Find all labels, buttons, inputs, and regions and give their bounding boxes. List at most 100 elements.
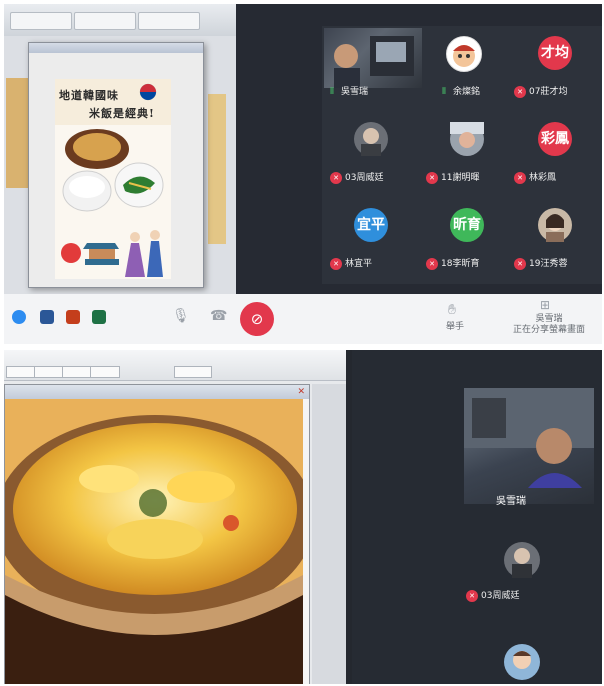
mic-muted-icon: ✕ [330, 257, 342, 270]
cartoon-avatar-icon [453, 45, 475, 67]
raise-hand-label[interactable]: 舉手 [440, 322, 470, 333]
participant-tile[interactable] [464, 638, 574, 684]
avatar [504, 542, 540, 578]
chrome-icon[interactable] [12, 310, 26, 324]
toolbar-button[interactable] [90, 366, 120, 378]
participant-name-row: ✕ 07莊才均 [514, 84, 602, 100]
participant-grid: ⦀ 吳雪瑞 ⦀ 余燦銘 才均 ✕ 07莊才均 ✕ 03周威廷 ✕ 11謝明暉 彩鳳 [322, 26, 602, 284]
poster-header: 地道韓國味 米飯是經典! [55, 79, 171, 125]
participant-name-row: ✕ 19汪秀蓉 [514, 256, 602, 272]
raise-hand-icon[interactable]: ✋︎ [448, 302, 456, 318]
image-viewer-window[interactable]: ✕ [4, 384, 310, 684]
mic-on-icon: ⦀ [442, 86, 446, 97]
avatar: 才均 [538, 36, 572, 70]
participant-name: 吳雪瑞 [341, 87, 369, 97]
poster-title-line1: 地道韓國味 [59, 89, 119, 102]
browser-tab[interactable] [10, 12, 72, 30]
toolbar-button[interactable] [34, 366, 64, 378]
participant-name-row: ✕ 03周威廷 [330, 170, 418, 186]
window-titlebar[interactable] [29, 43, 203, 53]
korea-flag-icon [139, 83, 157, 101]
participant-name: 林彩鳳 [529, 173, 557, 183]
participant-name: 19汪秀蓉 [529, 259, 568, 269]
photo-avatar-icon [361, 128, 381, 156]
webcam-person-image [464, 388, 594, 488]
word-icon[interactable] [40, 310, 54, 324]
participant-name: 余燦銘 [453, 87, 481, 97]
participant-name-row: ✕ 03周威廷 [466, 588, 519, 602]
browser-tab[interactable] [74, 12, 136, 30]
webcam-person-image [334, 36, 414, 88]
participant-grid: 吳雪瑞 ✕ 03周威廷 [352, 350, 602, 684]
gratin-bowl-image [5, 399, 303, 684]
toolbar-button[interactable] [62, 366, 92, 378]
participant-tile[interactable]: ✕ 03周威廷 [326, 112, 418, 194]
mic-on-icon: ⦀ [330, 86, 334, 97]
hangup-icon[interactable]: ☎︎ [210, 308, 227, 324]
image-viewer-window[interactable]: 地道韓國味 米飯是經典! [28, 42, 204, 288]
avatar [354, 122, 388, 156]
mic-muted-icon: ✕ [514, 171, 526, 184]
participant-tile[interactable]: ✕ 03周威廷 [464, 536, 574, 616]
mic-muted-icon: ✕ [426, 257, 438, 270]
app-toolbar [4, 350, 346, 381]
participant-name: 18李昕育 [441, 259, 480, 269]
photo-avatar-icon [450, 122, 484, 148]
participant-name: 11謝明暉 [441, 173, 480, 183]
shared-screen-desktop: 地道韓國味 米飯是經典! [4, 4, 236, 294]
shared-screen-desktop: ✕ [4, 350, 346, 684]
participant-video [324, 28, 422, 88]
participant-tile[interactable]: 才均 ✕ 07莊才均 [510, 26, 602, 108]
participant-name-row: ✕ 18李昕育 [426, 256, 514, 272]
participant-tile[interactable]: ⦀ 余燦銘 [418, 26, 510, 108]
browser-tab[interactable] [138, 12, 200, 30]
participant-name: 03周威廷 [481, 591, 520, 601]
participant-name-row: ✕ 林彩鳳 [514, 170, 602, 186]
mic-muted-icon: ✕ [514, 257, 526, 270]
meeting-screenshot-bottom: ✕ 吳雪瑞 ✕ 03周威廷 [4, 350, 602, 684]
participant-tile[interactable]: 吳雪瑞 [464, 388, 594, 507]
screen-share-owner: 吳雪瑞 [535, 314, 563, 324]
avatar [504, 644, 540, 680]
background-window-image [6, 78, 28, 188]
participant-tile[interactable]: ⦀ 吳雪瑞 [322, 26, 426, 108]
photo-avatar-icon [546, 214, 564, 242]
participant-tile[interactable]: 昕育 ✕ 18李昕育 [422, 198, 514, 280]
participant-name-row: ✕ 林宜平 [330, 256, 418, 272]
screen-share-status: 正在分享螢幕畫面 [512, 325, 585, 335]
mic-muted-icon: ✕ [514, 85, 526, 98]
window-titlebar[interactable]: ✕ [5, 385, 309, 399]
toolbar-button[interactable] [174, 366, 212, 378]
poster-title-line2: 米飯是經典! [89, 107, 155, 120]
participant-name: 07莊才均 [529, 87, 568, 97]
toolbar-button[interactable] [6, 366, 36, 378]
mic-muted-icon: ✕ [466, 589, 478, 602]
browser-tab-strip [4, 4, 236, 36]
microphone-icon[interactable]: 🎙︎ [172, 308, 190, 324]
avatar [450, 122, 484, 156]
close-icon[interactable]: ✕ [297, 385, 305, 399]
participant-tile[interactable]: 宜平 ✕ 林宜平 [326, 198, 418, 280]
photo-avatar-icon [512, 548, 532, 578]
participant-name-row: ⦀ 吳雪瑞 [326, 84, 414, 100]
screen-share-icon[interactable]: ⊞ [540, 298, 550, 312]
avatar: 宜平 [354, 208, 388, 242]
participant-tile[interactable]: ✕ 11謝明暉 [422, 112, 514, 194]
participant-name: 吳雪瑞 [496, 496, 526, 507]
avatar: 彩鳳 [538, 122, 572, 156]
participant-tile[interactable]: 彩鳳 ✕ 林彩鳳 [510, 112, 602, 194]
powerpoint-icon[interactable] [66, 310, 80, 324]
side-panel [312, 384, 346, 684]
excel-icon[interactable] [92, 310, 106, 324]
avatar [538, 208, 572, 242]
camera-off-button[interactable]: ⊘ [240, 302, 274, 336]
participant-name: 03周威廷 [345, 173, 384, 183]
participant-name: 林宜平 [345, 259, 373, 269]
avatar [446, 36, 482, 72]
mic-muted-icon: ✕ [426, 171, 438, 184]
mic-muted-icon: ✕ [330, 171, 342, 184]
avatar: 昕育 [450, 208, 484, 242]
participant-tile[interactable]: ✕ 19汪秀蓉 [510, 198, 602, 280]
cheese-gratin-photo [5, 399, 303, 684]
meeting-screenshot-top: 地道韓國味 米飯是經典! ⦀ 吳雪瑞 ⦀ 余燦銘 才均 ✕ 07莊才均 ✕ 03… [4, 4, 602, 344]
